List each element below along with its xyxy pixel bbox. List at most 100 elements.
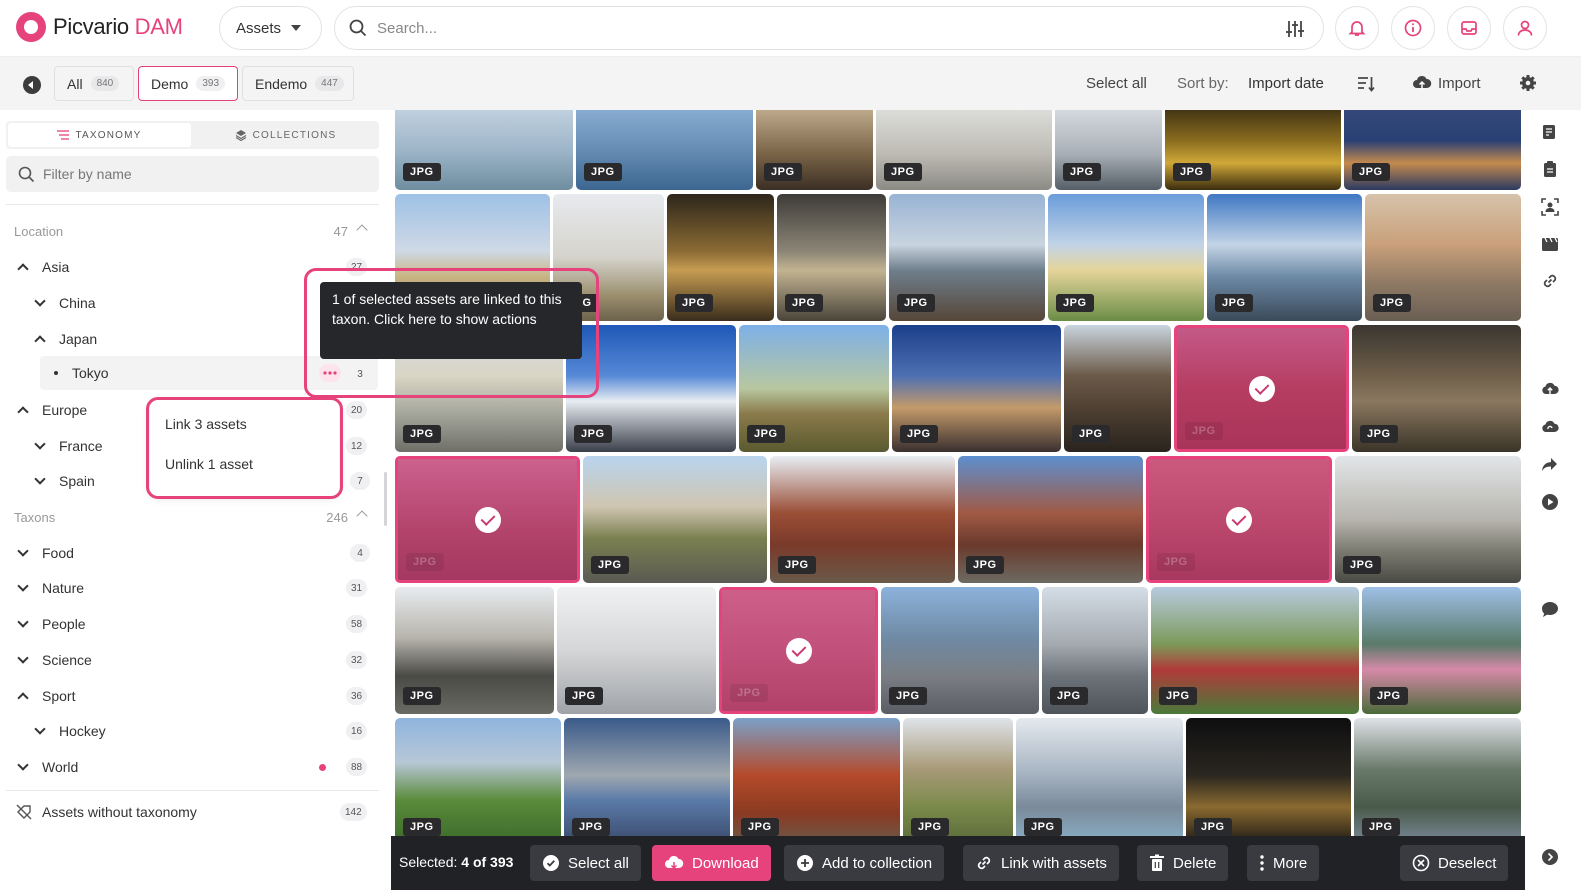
asset-tile[interactable]: JPG: [395, 587, 554, 714]
logo[interactable]: Picvario DAM: [16, 12, 183, 42]
back-icon[interactable]: [23, 76, 41, 94]
asset-tile[interactable]: JPG: [876, 110, 1052, 190]
asset-tile[interactable]: JPG: [1042, 587, 1148, 714]
tree-item-asia[interactable]: Asia: [16, 252, 69, 282]
tree-item-tokyo[interactable]: Tokyo: [54, 358, 109, 388]
assets-without-taxonomy[interactable]: Assets without taxonomy: [16, 797, 197, 827]
tree-item-europe[interactable]: Europe: [16, 395, 87, 425]
film-icon[interactable]: [1541, 235, 1559, 253]
asset-tile[interactable]: JPG: [557, 587, 716, 714]
asset-tile[interactable]: JPG: [1165, 110, 1341, 190]
asset-tile[interactable]: JPG: [1151, 587, 1359, 714]
filter-input[interactable]: [43, 166, 224, 182]
asset-tile[interactable]: JPG: [576, 110, 753, 190]
tree-item-food[interactable]: Food: [16, 538, 74, 568]
asset-tile[interactable]: JPG: [1354, 718, 1521, 845]
asset-tile[interactable]: JPG: [770, 456, 955, 583]
check-icon[interactable]: [474, 506, 501, 533]
asset-tile[interactable]: JPG: [395, 110, 573, 190]
tab-endemo[interactable]: Endemo 447: [242, 66, 354, 101]
deselect-button[interactable]: Deselect: [1400, 845, 1509, 881]
check-icon[interactable]: [1248, 375, 1275, 402]
asset-tile[interactable]: JPG: [889, 194, 1045, 321]
import-button[interactable]: Import: [1438, 57, 1481, 110]
asset-tile[interactable]: JPG: [739, 325, 889, 452]
sort-order-icon[interactable]: [1357, 75, 1375, 93]
asset-tile[interactable]: JPG: [892, 325, 1061, 452]
sidebar-scrollbar[interactable]: [384, 472, 387, 526]
asset-tile[interactable]: JPG: [1064, 325, 1171, 452]
asset-tile-selected[interactable]: JPG: [1174, 325, 1349, 452]
asset-tile-selected[interactable]: JPG: [395, 456, 580, 583]
link-assets-menu-item[interactable]: Link 3 assets: [165, 416, 247, 432]
link-icon[interactable]: [1541, 272, 1559, 290]
asset-tile[interactable]: JPG: [1352, 325, 1521, 452]
more-button[interactable]: More: [1247, 845, 1320, 881]
delete-button[interactable]: Delete: [1137, 845, 1229, 881]
clipboard-icon[interactable]: [1541, 160, 1559, 178]
link-with-assets-button[interactable]: Link with assets: [963, 845, 1119, 881]
face-scan-icon[interactable]: [1541, 198, 1559, 216]
asset-tile[interactable]: JPG: [777, 194, 886, 321]
asset-tile[interactable]: JPG: [1186, 718, 1351, 845]
tree-item-japan[interactable]: Japan: [33, 324, 97, 354]
asset-tile-selected[interactable]: JPG: [719, 587, 878, 714]
play-circle-icon[interactable]: [1541, 493, 1559, 511]
download-button[interactable]: Download: [652, 845, 771, 881]
edit-note-icon[interactable]: [1541, 123, 1559, 141]
cloud-sync-icon[interactable]: [1541, 418, 1559, 436]
cloud-upload-icon[interactable]: [1541, 380, 1559, 398]
inbox-button[interactable]: [1447, 6, 1491, 50]
user-button[interactable]: [1503, 6, 1547, 50]
tree-item-hockey[interactable]: Hockey: [33, 716, 106, 746]
more-actions-icon[interactable]: [319, 364, 341, 382]
select-all-link[interactable]: Select all: [1086, 57, 1147, 110]
tree-item-spain[interactable]: Spain: [33, 466, 95, 496]
asset-tile[interactable]: JPG: [903, 718, 1013, 845]
share-icon[interactable]: [1541, 455, 1559, 473]
filter-sliders-icon[interactable]: [1285, 19, 1305, 39]
notifications-button[interactable]: [1335, 6, 1379, 50]
tree-item-sport[interactable]: Sport: [16, 681, 75, 711]
sort-dropdown[interactable]: Import date: [1248, 57, 1324, 110]
check-icon[interactable]: [785, 637, 812, 664]
check-icon[interactable]: [1226, 506, 1252, 533]
tree-item-world[interactable]: World: [16, 752, 78, 782]
tab-collections[interactable]: COLLECTIONS: [194, 123, 377, 147]
tree-item-france[interactable]: France: [33, 431, 103, 461]
asset-tile[interactable]: JPG: [1365, 194, 1521, 321]
tree-item-people[interactable]: People: [16, 609, 86, 639]
info-button[interactable]: [1391, 6, 1435, 50]
search-input[interactable]: [377, 19, 1257, 37]
tree-item-china[interactable]: China: [33, 288, 96, 318]
asset-tile[interactable]: JPG: [1207, 194, 1362, 321]
asset-tile[interactable]: JPG: [564, 718, 730, 845]
asset-tile[interactable]: JPG: [1016, 718, 1183, 845]
tab-all[interactable]: All 840: [54, 66, 134, 101]
gear-icon[interactable]: [1519, 74, 1537, 92]
section-taxons[interactable]: Taxons 246: [14, 507, 370, 527]
asset-tile[interactable]: JPG: [395, 718, 561, 845]
asset-tile[interactable]: JPG: [1344, 110, 1521, 190]
asset-tile[interactable]: JPG: [881, 587, 1039, 714]
asset-tile[interactable]: JPG: [1055, 110, 1162, 190]
unlink-asset-menu-item[interactable]: Unlink 1 asset: [165, 456, 253, 472]
tree-item-nature[interactable]: Nature: [16, 573, 84, 603]
asset-tile[interactable]: JPG: [756, 110, 873, 190]
assets-dropdown[interactable]: Assets: [219, 6, 322, 50]
comment-icon[interactable]: [1541, 600, 1559, 618]
tree-item-science[interactable]: Science: [16, 645, 92, 675]
next-arrow-icon[interactable]: [1541, 848, 1559, 866]
asset-tile[interactable]: JPG: [583, 456, 767, 583]
asset-tile-selected[interactable]: JPG: [1146, 456, 1332, 583]
asset-tile[interactable]: JPG: [958, 456, 1143, 583]
tab-taxonomy[interactable]: TAXONOMY: [8, 123, 191, 147]
asset-tile[interactable]: JPG: [566, 325, 736, 452]
asset-tile[interactable]: JPG: [667, 194, 774, 321]
asset-tile[interactable]: JPG: [1362, 587, 1521, 714]
add-to-collection-button[interactable]: Add to collection: [784, 845, 945, 881]
select-all-button[interactable]: Select all: [530, 845, 641, 881]
asset-tile[interactable]: JPG: [1048, 194, 1204, 321]
asset-tile[interactable]: JPG: [733, 718, 900, 845]
asset-tile[interactable]: JPG: [1335, 456, 1521, 583]
